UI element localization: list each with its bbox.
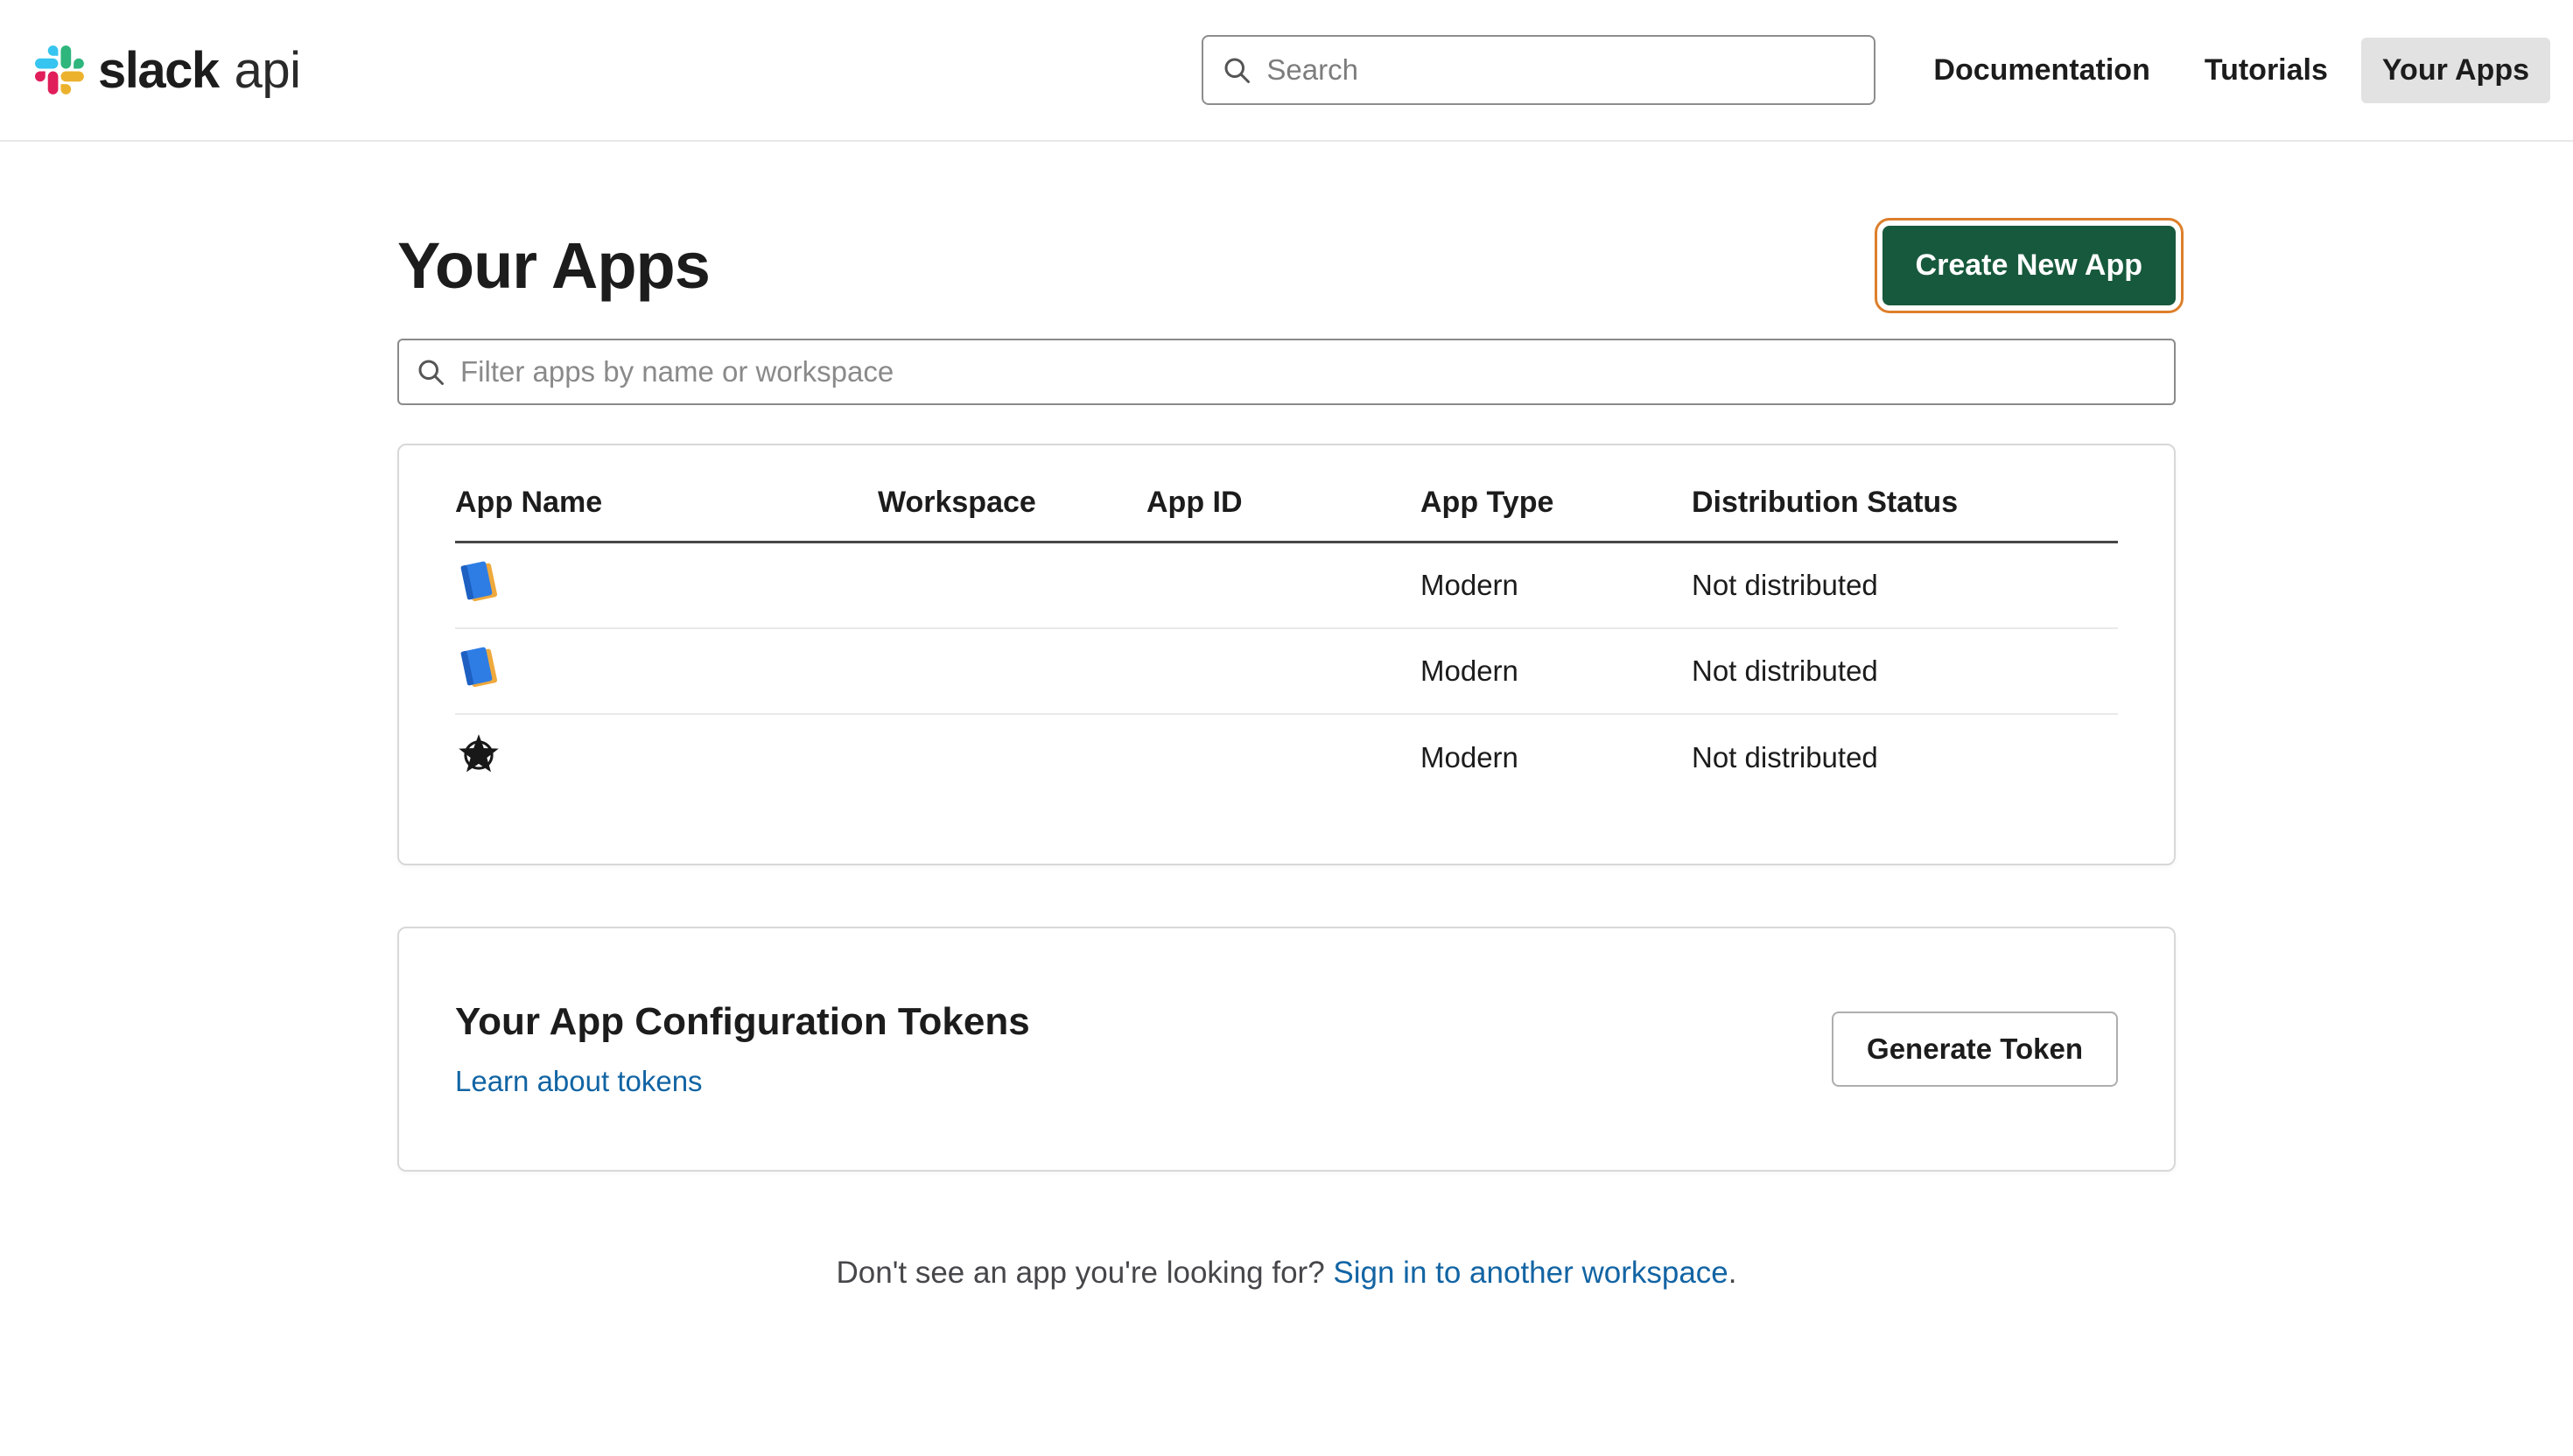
distribution-status-cell: Not distributed (1692, 741, 2118, 774)
brand-api-text: api (235, 41, 301, 100)
distribution-status-cell: Not distributed (1692, 654, 2118, 688)
main-content: Your Apps Create New App App Name Worksp… (397, 226, 2176, 1291)
app-name-cell (455, 731, 878, 785)
page-title: Your Apps (397, 228, 710, 303)
table-row[interactable]: Modern Not distributed (455, 543, 2118, 629)
blue-book-icon (455, 644, 502, 691)
tokens-card-text: Your App Configuration Tokens Learn abou… (455, 1000, 1030, 1098)
col-app-id: App ID (1146, 486, 1420, 520)
learn-about-tokens-link[interactable]: Learn about tokens (455, 1065, 703, 1098)
nav-your-apps[interactable]: Your Apps (2361, 38, 2550, 103)
tokens-card-title: Your App Configuration Tokens (455, 1000, 1030, 1044)
table-row[interactable]: Modern Not distributed (455, 715, 2118, 801)
top-header: slack api Documentation Tutorials Your A… (0, 0, 2573, 142)
footer-text: Don't see an app you're looking for? (836, 1256, 1333, 1290)
col-app-type: App Type (1420, 486, 1692, 520)
filter-apps (397, 339, 2176, 405)
slack-logo-icon (35, 46, 84, 94)
app-name-cell (455, 644, 878, 698)
app-type-cell: Modern (1420, 741, 1692, 774)
brand-slack-text: slack (98, 41, 219, 100)
apps-table-header: App Name Workspace App ID App Type Distr… (455, 486, 2118, 543)
footer-suffix: . (1728, 1256, 1737, 1290)
generate-token-button[interactable]: Generate Token (1832, 1012, 2118, 1087)
create-new-app-button[interactable]: Create New App (1882, 226, 2176, 305)
search-icon (1221, 54, 1252, 86)
search-input[interactable] (1202, 35, 1875, 105)
apps-table-card: App Name Workspace App ID App Type Distr… (397, 444, 2176, 865)
slack-api-logo[interactable]: slack api (35, 41, 301, 100)
config-tokens-card: Your App Configuration Tokens Learn abou… (397, 927, 2176, 1172)
col-app-name: App Name (455, 486, 878, 520)
table-row[interactable]: Modern Not distributed (455, 629, 2118, 715)
app-type-cell: Modern (1420, 654, 1692, 688)
distribution-status-cell: Not distributed (1692, 569, 2118, 602)
title-row: Your Apps Create New App (397, 226, 2176, 305)
nav-documentation[interactable]: Documentation (1912, 38, 2170, 103)
header-nav: Documentation Tutorials Your Apps (1912, 38, 2550, 103)
nav-tutorials[interactable]: Tutorials (2184, 38, 2349, 103)
footer-note: Don't see an app you're looking for? Sig… (397, 1256, 2176, 1291)
black-star-icon (455, 731, 502, 778)
filter-apps-input[interactable] (397, 339, 2176, 405)
app-type-cell: Modern (1420, 569, 1692, 602)
header-search (1202, 35, 1875, 105)
filter-search-icon (415, 356, 446, 388)
col-distribution-status: Distribution Status (1692, 486, 2118, 520)
col-workspace: Workspace (878, 486, 1146, 520)
blue-book-icon (455, 558, 502, 606)
app-name-cell (455, 558, 878, 612)
sign-in-another-workspace-link[interactable]: Sign in to another workspace (1333, 1256, 1728, 1290)
